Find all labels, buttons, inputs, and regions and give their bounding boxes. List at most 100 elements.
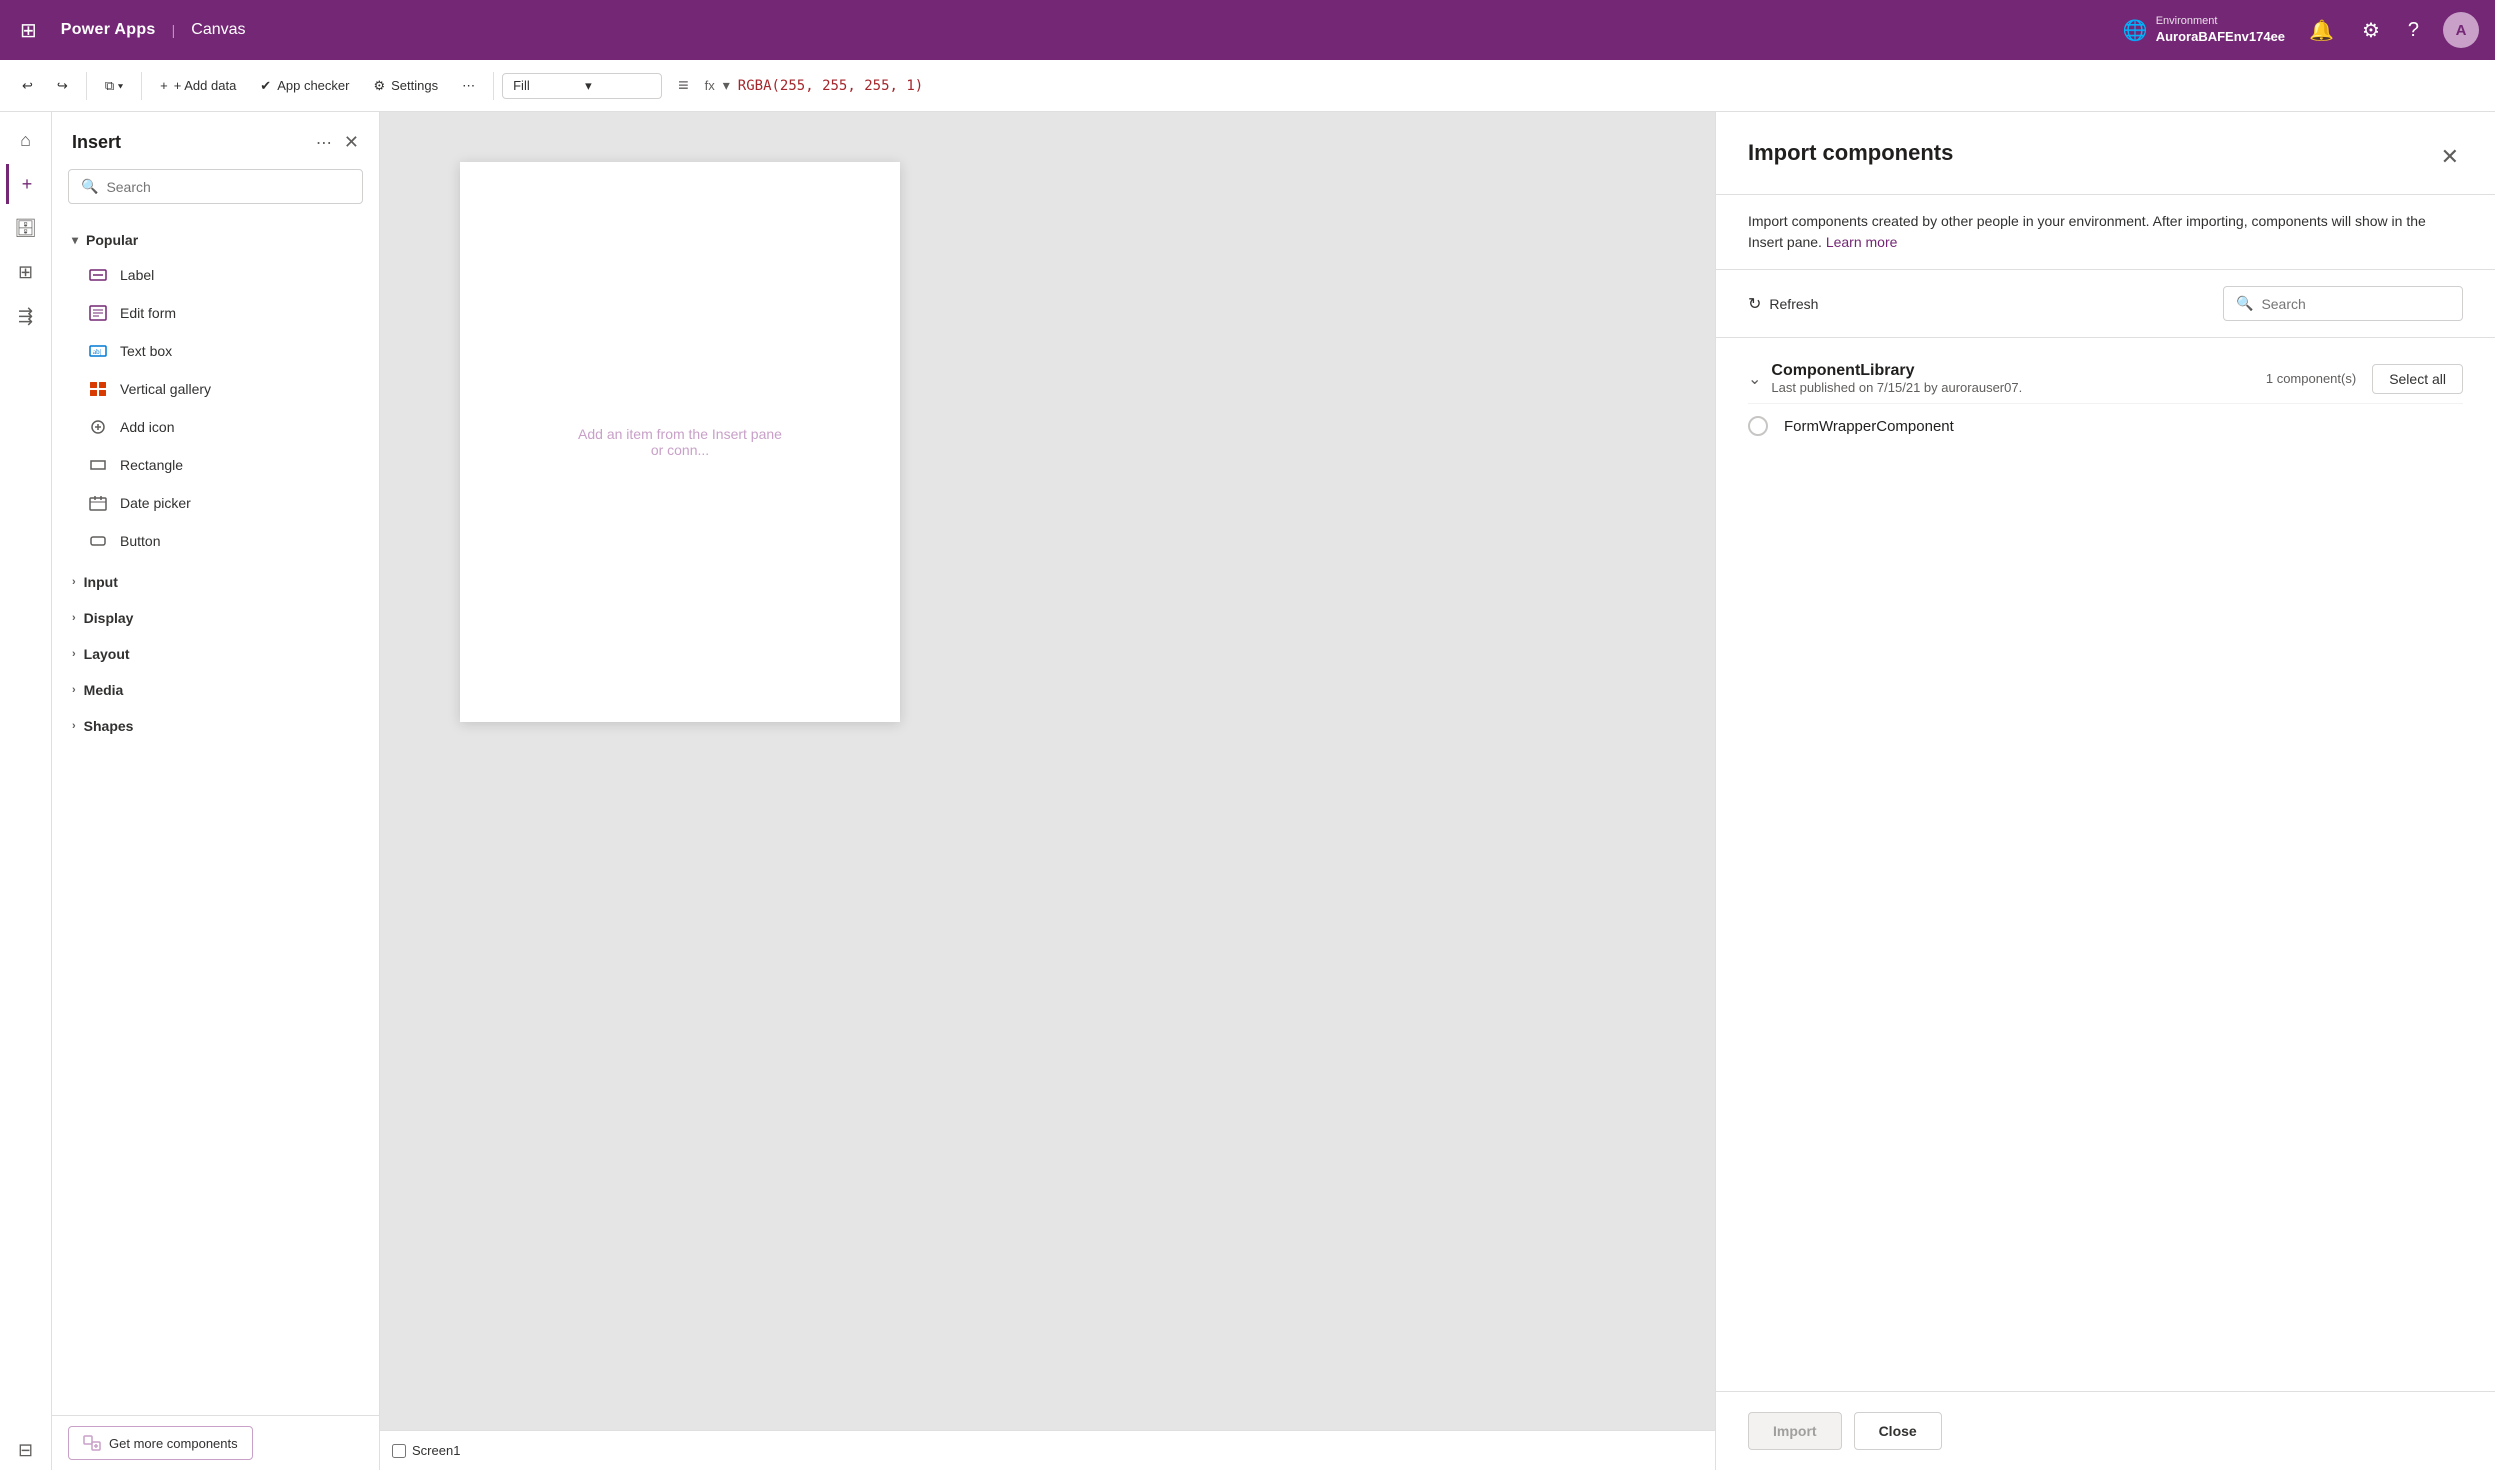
add-icon-item-text: Add icon xyxy=(120,419,174,435)
toolbar-separator-3 xyxy=(493,72,494,100)
formula-input[interactable] xyxy=(738,78,2475,94)
avatar[interactable]: A xyxy=(2443,12,2479,48)
insert-item-rectangle[interactable]: Rectangle xyxy=(52,446,379,484)
insert-item-edit-form[interactable]: Edit form xyxy=(52,294,379,332)
import-close-button[interactable]: ✕ xyxy=(2437,140,2463,174)
import-description: Import components created by other peopl… xyxy=(1716,195,2495,270)
library-header[interactable]: ⌄ ComponentLibrary Last published on 7/1… xyxy=(1748,354,2463,403)
display-category-label: Display xyxy=(84,610,134,626)
library-name: ComponentLibrary xyxy=(1771,362,2022,380)
insert-category-layout[interactable]: Layout xyxy=(52,636,379,672)
insert-title: Insert xyxy=(72,132,121,153)
insert-item-button[interactable]: Button xyxy=(52,522,379,560)
library-count: 1 component(s) xyxy=(2266,371,2356,386)
app-checker-button[interactable]: ✔ App checker xyxy=(250,72,359,100)
import-search-icon: 🔍 xyxy=(2236,295,2253,312)
app-checker-icon: ✔ xyxy=(260,78,271,94)
canvas-footer: Screen1 xyxy=(380,1430,1715,1470)
add-data-button[interactable]: + + Add data xyxy=(150,72,246,99)
import-panel: Import components ✕ Import components cr… xyxy=(1715,112,2495,1470)
vertical-gallery-item-text: Vertical gallery xyxy=(120,381,211,397)
insert-panel: Insert ⋯ ✕ 🔍 ▾ Popular Labe xyxy=(52,112,380,1470)
screen1-label: Screen1 xyxy=(412,1443,460,1458)
text-box-icon: ab| xyxy=(88,341,108,361)
insert-item-text-box[interactable]: ab| Text box xyxy=(52,332,379,370)
library-header-right: 1 component(s) Select all xyxy=(2266,364,2463,394)
close-button[interactable]: Close xyxy=(1854,1412,1942,1450)
button-icon xyxy=(88,531,108,551)
display-chevron-icon xyxy=(72,612,76,624)
sidebar-data-icon[interactable]: 🗄 xyxy=(6,208,46,248)
date-picker-item-text: Date picker xyxy=(120,495,191,511)
label-item-text: Label xyxy=(120,267,154,283)
redo-button[interactable]: ↪ xyxy=(47,72,78,100)
gear-icon[interactable]: ⚙ xyxy=(2358,14,2384,47)
insert-category-input[interactable]: Input xyxy=(52,564,379,600)
screen1-item[interactable]: Screen1 xyxy=(392,1443,460,1458)
rectangle-item-text: Rectangle xyxy=(120,457,183,473)
label-icon xyxy=(88,265,108,285)
environment-label: Environment xyxy=(2156,14,2285,28)
insert-options-button[interactable]: ⋯ xyxy=(316,133,332,153)
popular-section: ▾ Popular Label Edit form xyxy=(52,220,379,564)
insert-footer: Get more components xyxy=(52,1415,379,1470)
shapes-category-label: Shapes xyxy=(84,718,134,734)
insert-item-vertical-gallery[interactable]: Vertical gallery xyxy=(52,370,379,408)
toolbar: ↩ ↪ ⧉ ▾ + + Add data ✔ App checker ⚙ Set… xyxy=(0,60,2495,112)
help-icon[interactable]: ? xyxy=(2404,15,2423,46)
canvas-surface: Add an item from the Insert pane or conn… xyxy=(460,162,900,722)
component-name: FormWrapperComponent xyxy=(1784,418,1954,435)
environment-icon: 🌐 xyxy=(2123,18,2148,43)
edit-form-icon xyxy=(88,303,108,323)
canvas-hint: Add an item from the Insert pane or conn… xyxy=(570,426,790,458)
toolbar-separator-2 xyxy=(141,72,142,100)
screen1-checkbox[interactable] xyxy=(392,1444,406,1458)
sidebar-components-icon[interactable]: ⇶ xyxy=(6,296,46,336)
import-button[interactable]: Import xyxy=(1748,1412,1842,1450)
more-button[interactable]: ⋯ xyxy=(452,72,485,100)
svg-text:ab|: ab| xyxy=(93,348,101,356)
insert-category-display[interactable]: Display xyxy=(52,600,379,636)
insert-item-label[interactable]: Label xyxy=(52,256,379,294)
formula-fx-button[interactable]: fx xyxy=(705,78,715,93)
edit-form-item-text: Edit form xyxy=(120,305,176,321)
undo-button[interactable]: ↩ xyxy=(12,72,43,100)
sidebar-home-icon[interactable]: ⌂ xyxy=(6,120,46,160)
grid-icon[interactable]: ⊞ xyxy=(16,14,41,47)
insert-close-button[interactable]: ✕ xyxy=(340,128,363,157)
import-panel-header: Import components ✕ xyxy=(1716,112,2495,195)
media-category-label: Media xyxy=(84,682,124,698)
insert-item-add-icon[interactable]: Add icon xyxy=(52,408,379,446)
fill-chevron-icon: ▾ xyxy=(585,78,651,94)
select-all-button[interactable]: Select all xyxy=(2372,364,2463,394)
refresh-button[interactable]: ↻ Refresh xyxy=(1748,294,1818,314)
sidebar-icons: ⌂ + 🗄 ⊞ ⇶ ⊟ xyxy=(0,112,52,1470)
popular-section-header[interactable]: ▾ Popular xyxy=(52,224,379,256)
library-header-left: ⌄ ComponentLibrary Last published on 7/1… xyxy=(1748,362,2022,395)
insert-item-date-picker[interactable]: Date picker xyxy=(52,484,379,522)
import-search-input[interactable] xyxy=(2261,296,2442,312)
component-item: FormWrapperComponent xyxy=(1748,403,2463,448)
sidebar-insert-icon[interactable]: + xyxy=(6,164,46,204)
sidebar-variables-icon[interactable]: ⊟ xyxy=(6,1430,46,1470)
sidebar-media-icon[interactable]: ⊞ xyxy=(6,252,46,292)
insert-category-media[interactable]: Media xyxy=(52,672,379,708)
import-toolbar: ↻ Refresh 🔍 xyxy=(1716,270,2495,338)
button-item-text: Button xyxy=(120,533,160,549)
copy-button[interactable]: ⧉ ▾ xyxy=(95,72,133,100)
insert-search-input[interactable] xyxy=(106,179,350,195)
settings-icon: ⚙ xyxy=(373,78,385,94)
learn-more-link[interactable]: Learn more xyxy=(1826,234,1898,250)
fill-selector[interactable]: Fill ▾ xyxy=(502,73,662,99)
bell-icon[interactable]: 🔔 xyxy=(2305,14,2338,47)
settings-button[interactable]: ⚙ Settings xyxy=(363,72,448,100)
get-more-components-button[interactable]: Get more components xyxy=(68,1426,253,1460)
canvas-area: Add an item from the Insert pane or conn… xyxy=(380,112,1715,1470)
layout-category-label: Layout xyxy=(84,646,130,662)
insert-category-shapes[interactable]: Shapes xyxy=(52,708,379,744)
component-radio[interactable] xyxy=(1748,416,1768,436)
library-info: ComponentLibrary Last published on 7/15/… xyxy=(1771,362,2022,395)
topbar: ⊞ Power Apps | Canvas 🌐 Environment Auro… xyxy=(0,0,2495,60)
insert-header: Insert ⋯ ✕ xyxy=(52,112,379,169)
formula-equal-sign: ≡ xyxy=(674,75,693,96)
